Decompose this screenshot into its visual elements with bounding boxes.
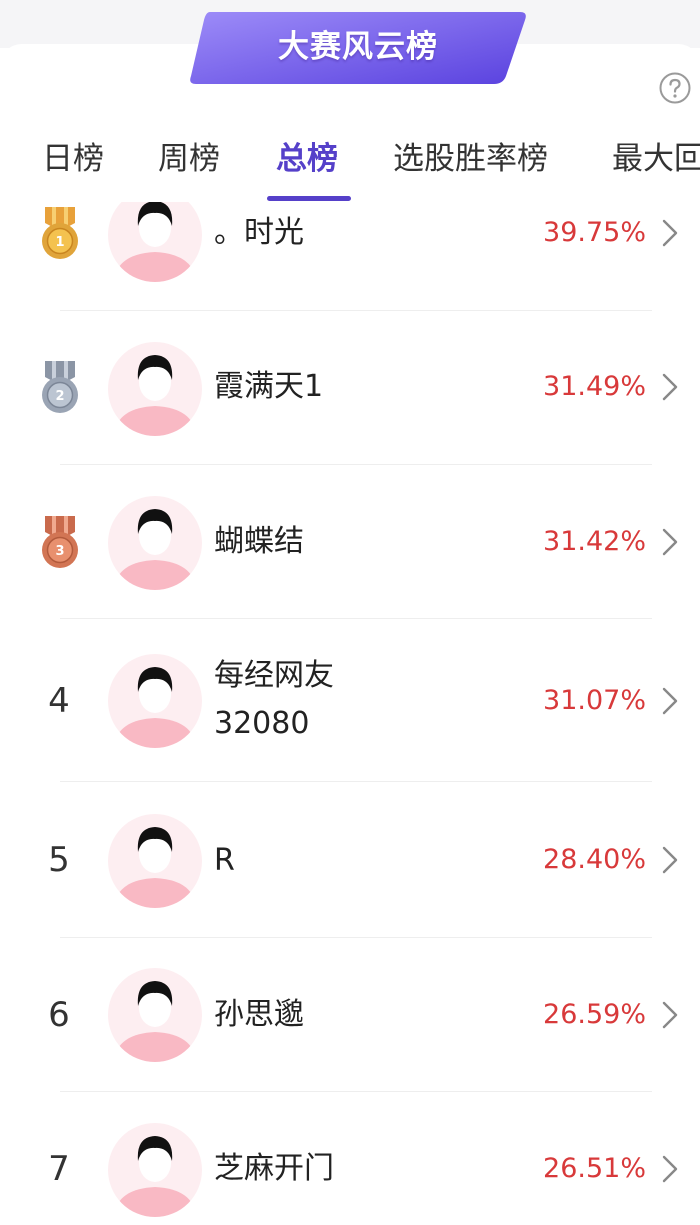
rank-number: 4 [48,681,70,721]
avatar [108,496,202,590]
avatar [108,654,202,748]
user-name: 。时光 [214,215,304,250]
list-item[interactable]: 5 R 28.40% [0,782,700,936]
user-name: 蝴蝶结 [214,524,304,559]
list-item[interactable]: 3 蝴蝶结 31.42% [0,466,700,620]
return-rate: 39.75% [543,217,646,248]
row-divider [60,618,652,619]
list-item[interactable]: 6 孙思邈 26.59% [0,938,700,1092]
return-rate: 31.42% [543,526,646,557]
tab-weekly[interactable]: 周榜 [158,134,220,184]
active-tab-indicator [267,196,351,201]
ranking-tabs: 日榜 周榜 总榜 选股胜率榜 最大回 [0,120,700,202]
rank-number: 7 [48,1149,70,1189]
user-name-line2: 32080 [214,706,310,741]
return-rate: 31.49% [543,371,646,402]
leaderboard-page: 大赛风云榜 日榜 周榜 总榜 选股胜率榜 最大回 1 。时光 39.75% 2 … [0,0,700,1225]
avatar [108,202,202,282]
list-item[interactable]: 4 每经网友 32080 31.07% [0,620,700,774]
banner-title: 大赛风云榜 [278,29,438,65]
return-rate: 28.40% [543,844,646,875]
tab-win-rate[interactable]: 选股胜率榜 [393,134,548,184]
return-rate: 26.59% [543,999,646,1030]
user-name: R [214,843,235,878]
leaderboard-list: 1 。时光 39.75% 2 霞满天1 31.49% 3 蝴蝶结 31.42% … [0,202,700,1225]
svg-text:2: 2 [55,389,64,404]
avatar [108,342,202,436]
row-divider [60,464,652,465]
chevron-right-icon [660,218,680,248]
tab-max-drawdown[interactable]: 最大回 [612,134,700,184]
avatar [108,1123,202,1217]
tab-daily[interactable]: 日榜 [42,134,104,184]
avatar [108,814,202,908]
silver-medal-icon: 2 [37,359,83,415]
row-divider [60,310,652,311]
return-rate: 31.07% [543,685,646,716]
user-name: 孙思邈 [214,997,304,1032]
chevron-right-icon [660,527,680,557]
chevron-right-icon [660,372,680,402]
rank-number: 5 [48,840,70,880]
chevron-right-icon [660,686,680,716]
chevron-right-icon [660,1000,680,1030]
user-name: 芝麻开门 [214,1151,334,1186]
list-item[interactable]: 1 。时光 39.75% [0,202,700,312]
user-name: 霞满天1 [214,369,324,404]
leaderboard-banner: 大赛风云榜 [188,10,528,86]
chevron-right-icon [660,1154,680,1184]
bronze-medal-icon: 3 [37,514,83,570]
svg-text:3: 3 [55,544,64,559]
return-rate: 26.51% [543,1153,646,1184]
gold-medal-icon: 1 [37,205,83,261]
list-item[interactable]: 2 霞满天1 31.49% [0,312,700,466]
svg-text:1: 1 [55,235,64,250]
user-name: 每经网友 [214,658,334,693]
tab-overall[interactable]: 总榜 [276,134,338,184]
question-circle-icon[interactable] [659,72,691,104]
rank-number: 6 [48,995,70,1035]
avatar [108,968,202,1062]
chevron-right-icon [660,845,680,875]
list-item[interactable]: 7 芝麻开门 26.51% [0,1092,700,1225]
